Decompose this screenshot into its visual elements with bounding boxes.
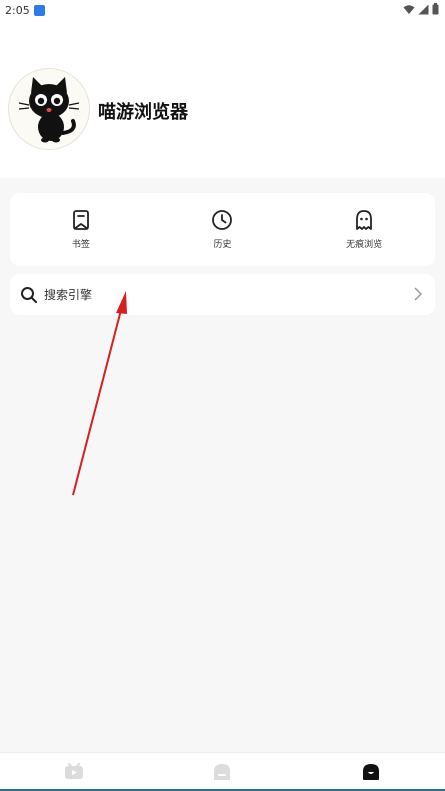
history-label: 历史 bbox=[213, 240, 232, 250]
avatar[interactable] bbox=[8, 68, 90, 150]
search-icon bbox=[21, 286, 37, 303]
clock-icon bbox=[212, 210, 233, 230]
app-name: 喵游浏览器 bbox=[98, 102, 188, 123]
bookmarks-button[interactable]: 书签 bbox=[26, 193, 136, 250]
nav-home[interactable] bbox=[192, 757, 252, 787]
nav-video[interactable] bbox=[44, 757, 104, 787]
signal-icon bbox=[418, 4, 429, 14]
profile-tab-icon bbox=[362, 763, 379, 780]
quick-actions-card: 书签 历史 无痕浏览 bbox=[10, 193, 435, 266]
ghost-icon bbox=[356, 210, 373, 230]
nav-profile[interactable] bbox=[341, 757, 401, 787]
app-notification-icon bbox=[33, 4, 45, 16]
bottom-nav bbox=[0, 752, 445, 790]
incognito-label: 无痕浏览 bbox=[346, 240, 383, 250]
black-cat-logo-icon bbox=[18, 77, 80, 143]
incognito-button[interactable]: 无痕浏览 bbox=[309, 193, 419, 250]
chevron-right-icon bbox=[414, 287, 423, 301]
battery-icon bbox=[432, 3, 439, 15]
status-bar: 2:05 bbox=[0, 0, 445, 20]
home-tab-icon bbox=[214, 763, 231, 780]
profile-header: 喵游浏览器 bbox=[0, 20, 445, 178]
status-icons bbox=[403, 3, 439, 15]
bookmarks-label: 书签 bbox=[71, 240, 90, 250]
video-tab-icon bbox=[65, 762, 84, 779]
bookmark-icon bbox=[72, 210, 89, 230]
wifi-icon bbox=[403, 4, 415, 14]
search-engine-label: 搜索引擎 bbox=[44, 288, 93, 302]
history-button[interactable]: 历史 bbox=[167, 193, 277, 250]
search-engine-row[interactable]: 搜索引擎 bbox=[10, 274, 435, 315]
status-time: 2:05 bbox=[5, 3, 30, 17]
